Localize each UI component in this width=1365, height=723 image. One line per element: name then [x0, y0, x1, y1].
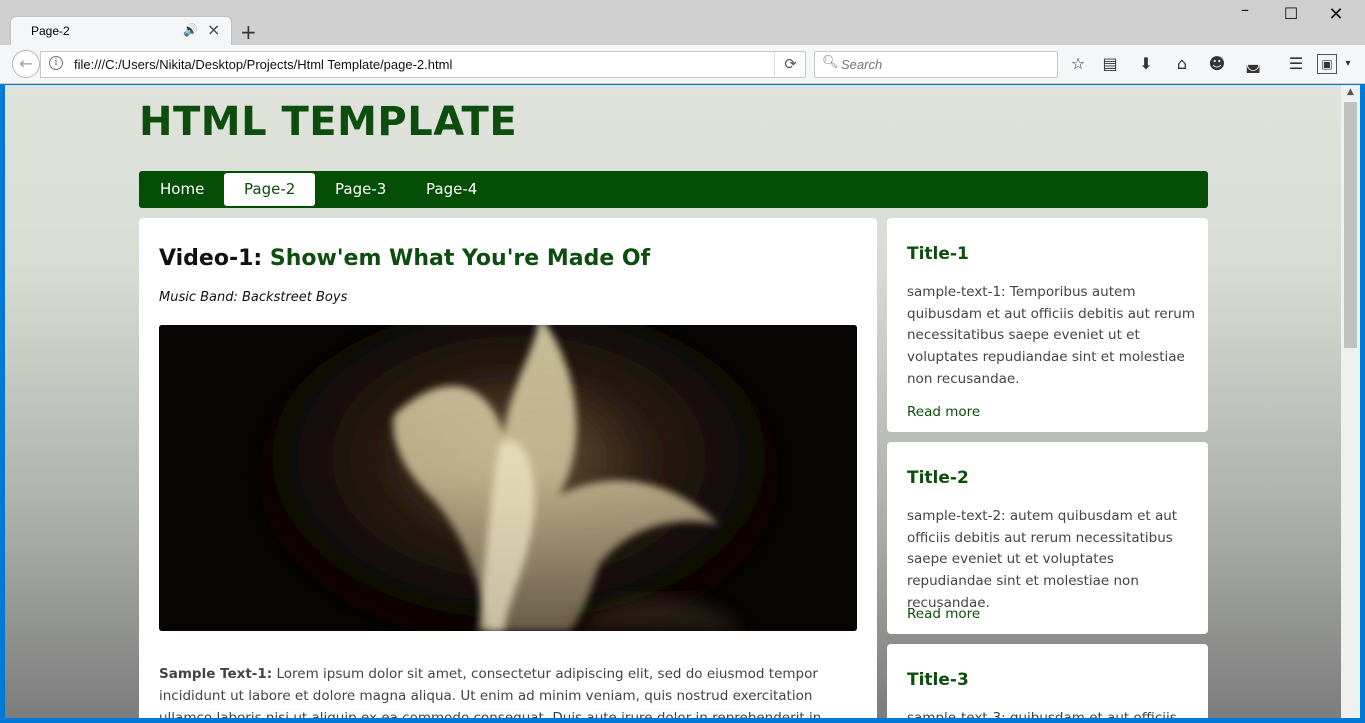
video-label: Video-1:: [159, 246, 263, 271]
url-bar[interactable]: i file:///C:/Users/Nikita/Desktop/Projec…: [40, 51, 806, 78]
tab-title: Page-2: [31, 24, 70, 38]
search-bar[interactable]: 🔍︎: [814, 51, 1058, 78]
menu-icon[interactable]: ☰: [1284, 53, 1308, 75]
nav-page-3[interactable]: Page-3: [315, 173, 406, 206]
sidebar-title: Title-2: [907, 468, 969, 488]
sidebar-card-1: Title-1 sample-text-1: Temporibus autem …: [887, 218, 1208, 432]
close-window-button[interactable]: ✕: [1313, 4, 1359, 26]
arrow-left-icon: ←: [19, 54, 33, 73]
vertical-scrollbar[interactable]: ▲: [1341, 85, 1360, 718]
pocket-icon[interactable]: ◛: [1241, 53, 1265, 75]
nav-page-4[interactable]: Page-4: [406, 173, 497, 206]
sidebar-text: sample-text-3: quibusdam et aut officiis: [907, 710, 1177, 718]
site-title: HTML TEMPLATE: [139, 99, 518, 145]
bookmark-star-icon[interactable]: ☆: [1066, 53, 1090, 75]
close-tab-icon[interactable]: ×: [207, 20, 220, 39]
minimize-button[interactable]: –: [1222, 0, 1268, 22]
reload-icon[interactable]: ⟳: [774, 52, 806, 77]
speaker-icon[interactable]: 🔊: [183, 23, 198, 37]
info-icon[interactable]: i: [49, 56, 63, 70]
read-more-link[interactable]: Read more: [907, 404, 980, 420]
new-tab-button[interactable]: +: [240, 20, 257, 44]
reading-list-icon[interactable]: ▤: [1098, 53, 1122, 75]
sidebar-text: sample-text-2: autem quibusdam et aut of…: [907, 508, 1178, 611]
scroll-thumb[interactable]: [1344, 102, 1357, 348]
video-player[interactable]: [159, 325, 857, 631]
chevron-down-icon[interactable]: ▾: [1340, 53, 1356, 75]
smiley-icon[interactable]: ☻: [1205, 53, 1229, 75]
sidebar-card-3: Title-3 sample-text-3: quibusdam et aut …: [887, 644, 1208, 718]
sidebar-title: Title-1: [907, 244, 969, 264]
sidebar-text: sample-text-1: Temporibus autem quibusda…: [907, 284, 1195, 387]
nav-home[interactable]: Home: [140, 173, 224, 206]
page-viewport: HTML TEMPLATE Home Page-2 Page-3 Page-4 …: [5, 85, 1341, 718]
flame-frame: [159, 325, 857, 631]
sidebar-title: Title-3: [907, 670, 969, 690]
video-song: Show'em What You're Made Of: [269, 246, 651, 271]
maximize-button[interactable]: ☐: [1268, 4, 1314, 26]
nav-page-2[interactable]: Page-2: [224, 173, 316, 206]
search-input[interactable]: [841, 52, 1051, 77]
band-name: Music Band: Backstreet Boys: [159, 290, 348, 305]
window-border: [0, 718, 1365, 723]
scroll-up-icon[interactable]: ▲: [1341, 87, 1360, 97]
browser-toolbar: ← i file:///C:/Users/Nikita/Desktop/Proj…: [0, 45, 1365, 84]
url-text[interactable]: file:///C:/Users/Nikita/Desktop/Projects…: [74, 57, 452, 72]
browser-titlebar: Page-2 🔊 × + – ☐ ✕: [0, 0, 1365, 46]
main-content: Video-1: Show'em What You're Made Of Mus…: [139, 218, 877, 718]
sample-label: Sample Text-1:: [159, 666, 273, 682]
download-icon[interactable]: ⬇: [1134, 53, 1158, 75]
main-nav: Home Page-2 Page-3 Page-4: [139, 171, 1208, 208]
sample-text: Sample Text-1: Lorem ipsum dolor sit ame…: [159, 663, 859, 718]
browser-tab[interactable]: Page-2 🔊 ×: [10, 16, 232, 46]
home-icon[interactable]: ⌂: [1170, 53, 1194, 75]
search-icon: 🔍︎: [822, 55, 839, 70]
back-button[interactable]: ←: [12, 50, 40, 78]
extension-icon[interactable]: ▣: [1317, 54, 1337, 74]
sidebar-card-2: Title-2 sample-text-2: autem quibusdam e…: [887, 442, 1208, 634]
read-more-link[interactable]: Read more: [907, 606, 980, 622]
video-title: Video-1: Show'em What You're Made Of: [159, 246, 650, 271]
